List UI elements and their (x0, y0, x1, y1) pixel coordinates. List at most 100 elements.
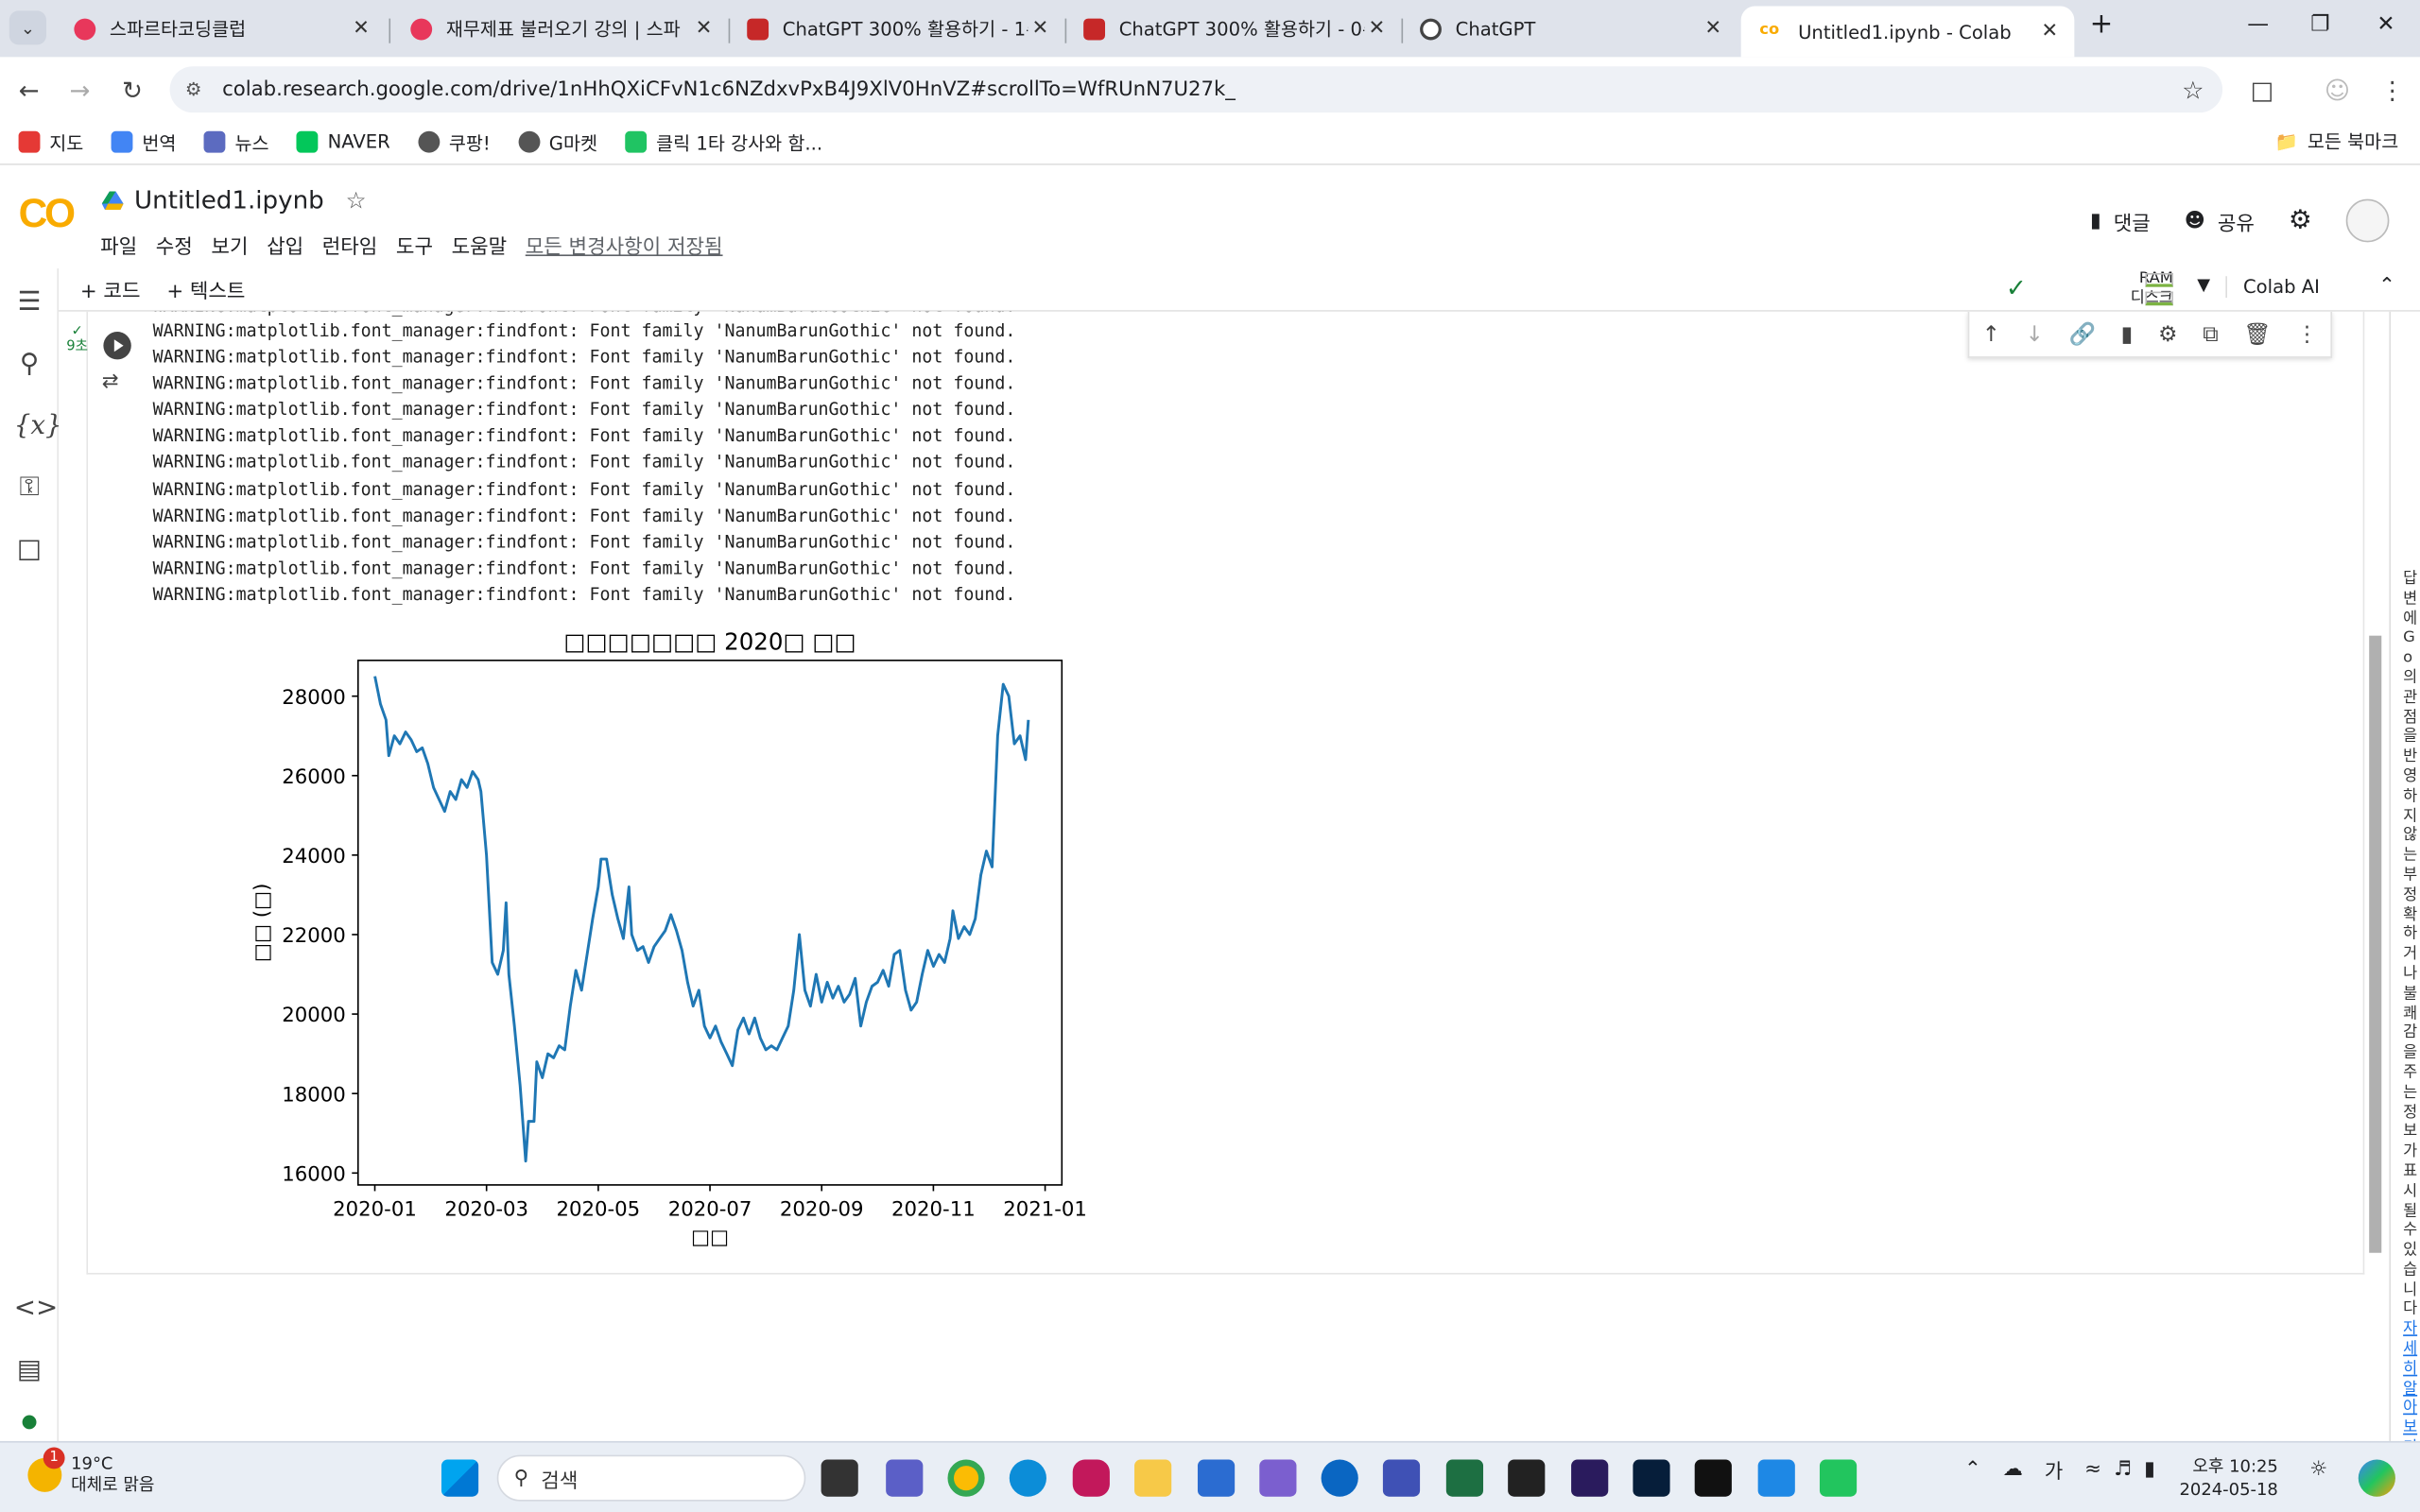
folder-icon[interactable]: □ (14, 534, 45, 565)
tab-close-icon[interactable]: ✕ (349, 17, 373, 40)
notifications-icon[interactable]: ☼ (2309, 1458, 2327, 1481)
bookmark-item[interactable]: 뉴스 (203, 129, 269, 155)
volume-icon[interactable]: ♬ (2114, 1458, 2132, 1481)
bookmark-item[interactable]: 지도 (18, 129, 83, 155)
start-windows-icon[interactable] (441, 1459, 479, 1497)
chrome-icon[interactable] (947, 1459, 985, 1497)
site-info-icon[interactable]: ⚙ (185, 78, 210, 100)
pycharm-icon[interactable] (1694, 1459, 1732, 1497)
notebook-title-text[interactable]: Untitled1.ipynb (134, 185, 324, 215)
delete-icon[interactable]: 🗑 (2243, 321, 2271, 346)
browser-tab[interactable]: 스파르타코딩클럽 ✕ (56, 7, 386, 51)
terminal-icon[interactable]: ▤ (14, 1355, 45, 1386)
bookmark-item[interactable]: 클릭 1타 강사와 함... (625, 129, 822, 155)
settings-gear-icon[interactable]: ⚙ (2158, 321, 2178, 346)
code-snippets-icon[interactable]: <> (14, 1293, 59, 1324)
new-tab-button[interactable]: + (2090, 8, 2114, 40)
battery-icon[interactable]: ▮ (2144, 1458, 2155, 1481)
colab-logo[interactable]: CO (19, 190, 76, 238)
avatar[interactable] (2345, 198, 2390, 243)
onedrive-cloud-icon[interactable]: ☁ (2003, 1458, 2023, 1481)
window-close-icon[interactable]: ✕ (2377, 12, 2394, 37)
file-explorer-icon[interactable] (1134, 1459, 1172, 1497)
clock[interactable]: 오후 10:25 2024-05-18 (2179, 1455, 2277, 1502)
browser-tab[interactable]: ChatGPT 300% 활용하기 - 1주 ✕ (729, 7, 1065, 51)
code-cell[interactable]: ✓ 9초 ⇄ WARNING:matplotlib.font_manager:fi… (66, 311, 2382, 1275)
browser-tab[interactable]: ChatGPT 300% 활용하기 - 0주 ✕ (1065, 7, 1402, 51)
tray-chevron-icon[interactable]: ⌃ (1964, 1458, 1981, 1481)
menu-tools[interactable]: 도구 (396, 230, 433, 259)
omnibox[interactable]: ⚙ colab.research.google.com/drive/1nHhQX… (169, 66, 2223, 113)
back-arrow-icon[interactable]: ← (19, 76, 40, 105)
browser-tab[interactable]: ChatGPT ✕ (1401, 7, 1737, 51)
variables-icon[interactable]: {x} (14, 410, 62, 441)
menu-help[interactable]: 도움말 (452, 230, 508, 259)
add-text-button[interactable]: + 텍스트 (166, 275, 245, 303)
output-scrollbar[interactable] (2369, 635, 2382, 1253)
app-icon[interactable] (1259, 1459, 1297, 1497)
menu-edit[interactable]: 수정 (156, 230, 193, 259)
save-status[interactable]: 모든 변경사항이 저장됨 (526, 230, 723, 259)
teams-icon[interactable] (886, 1459, 924, 1497)
menu-runtime[interactable]: 런타임 (322, 230, 378, 259)
tab-close-icon[interactable]: ✕ (2037, 20, 2062, 43)
app-icon[interactable] (1819, 1459, 1858, 1497)
browser-tab[interactable]: 재무제표 불러오기 강의 | 스파 ✕ (392, 7, 729, 51)
share-button[interactable]: ☻ 공유 (2185, 206, 2255, 235)
acrobat-icon[interactable] (1508, 1459, 1546, 1497)
bookmark-item[interactable]: 쿠팡! (418, 129, 491, 155)
tab-close-icon[interactable]: ✕ (1028, 17, 1052, 40)
collapse-chevron-icon[interactable]: ⌃ (2378, 275, 2395, 298)
app-icon[interactable] (1072, 1459, 1110, 1497)
photoshop-icon[interactable] (1633, 1459, 1670, 1497)
profile-icon[interactable]: ☺ (2325, 76, 2350, 105)
store-icon[interactable] (1197, 1459, 1236, 1497)
colab-ai-button[interactable]: Colab AI (2226, 276, 2320, 299)
weather-widget[interactable]: 1 19°C 대체로 맑음 (27, 1447, 154, 1497)
search-icon[interactable]: ⚲ (14, 349, 45, 380)
settings-gear-icon[interactable]: ⚙ (2289, 205, 2312, 236)
tab-close-icon[interactable]: ✕ (1701, 17, 1725, 40)
comment-button[interactable]: ▮ 댓글 (2090, 206, 2151, 235)
bookmark-item[interactable]: 번역 (111, 129, 176, 155)
move-down-icon[interactable]: ↓ (2026, 321, 2044, 346)
wifi-icon[interactable]: ≈ (2084, 1458, 2101, 1481)
star-icon[interactable]: ☆ (346, 186, 367, 214)
tab-search-chevron-icon[interactable]: ⌄ (9, 10, 46, 45)
more-vert-icon[interactable]: ⋮ (2296, 321, 2318, 346)
excel-icon[interactable] (1445, 1459, 1484, 1497)
task-view-icon[interactable] (821, 1459, 858, 1497)
comment-icon[interactable]: ▮ (2121, 321, 2134, 346)
taskbar-search[interactable]: ⚲ 검색 (496, 1454, 806, 1502)
app-icon[interactable] (1321, 1459, 1358, 1497)
move-up-icon[interactable]: ↑ (1982, 321, 2000, 346)
key-icon[interactable]: ⚿ (14, 472, 45, 504)
edge-icon[interactable] (1009, 1459, 1046, 1497)
vscode-icon[interactable] (1757, 1459, 1795, 1497)
menu-file[interactable]: 파일 (100, 230, 137, 259)
bookmark-star-icon[interactable]: ☆ (2182, 75, 2204, 104)
ime-indicator[interactable]: 가 (2045, 1455, 2064, 1484)
add-code-button[interactable]: + 코드 (80, 275, 141, 303)
extensions-icon[interactable]: □ (2250, 76, 2273, 105)
minimize-icon[interactable]: — (2247, 12, 2269, 37)
mirror-cell-icon[interactable]: ⧉ (2203, 321, 2218, 346)
browser-tab-active[interactable]: co Untitled1.ipynb - Colab ✕ (1740, 6, 2075, 58)
menu-view[interactable]: 보기 (211, 230, 248, 259)
copilot-icon[interactable] (2358, 1459, 2395, 1497)
bookmark-item[interactable]: NAVER (296, 130, 390, 153)
all-bookmarks[interactable]: 📁 모든 북마크 (2275, 129, 2399, 155)
bookmark-item[interactable]: G마켓 (518, 129, 597, 155)
run-cell-button[interactable] (103, 332, 131, 360)
link-icon[interactable]: 🔗 (2068, 321, 2095, 346)
forward-arrow-icon[interactable]: → (69, 76, 90, 105)
toc-icon[interactable]: ☰ (14, 287, 45, 318)
browser-menu-icon[interactable]: ⋮ (2380, 76, 2405, 105)
learn-more-link[interactable]: 자세히알아보기 (2403, 1321, 2417, 1441)
menu-insert[interactable]: 삽입 (267, 230, 303, 259)
reload-icon[interactable]: ↻ (122, 76, 143, 105)
restore-icon[interactable]: ❐ (2310, 12, 2330, 37)
tab-close-icon[interactable]: ✕ (1364, 17, 1389, 40)
output-actions-icon[interactable]: ⇄ (102, 370, 119, 393)
runtime-dropdown-icon[interactable]: ▼ (2197, 275, 2210, 295)
